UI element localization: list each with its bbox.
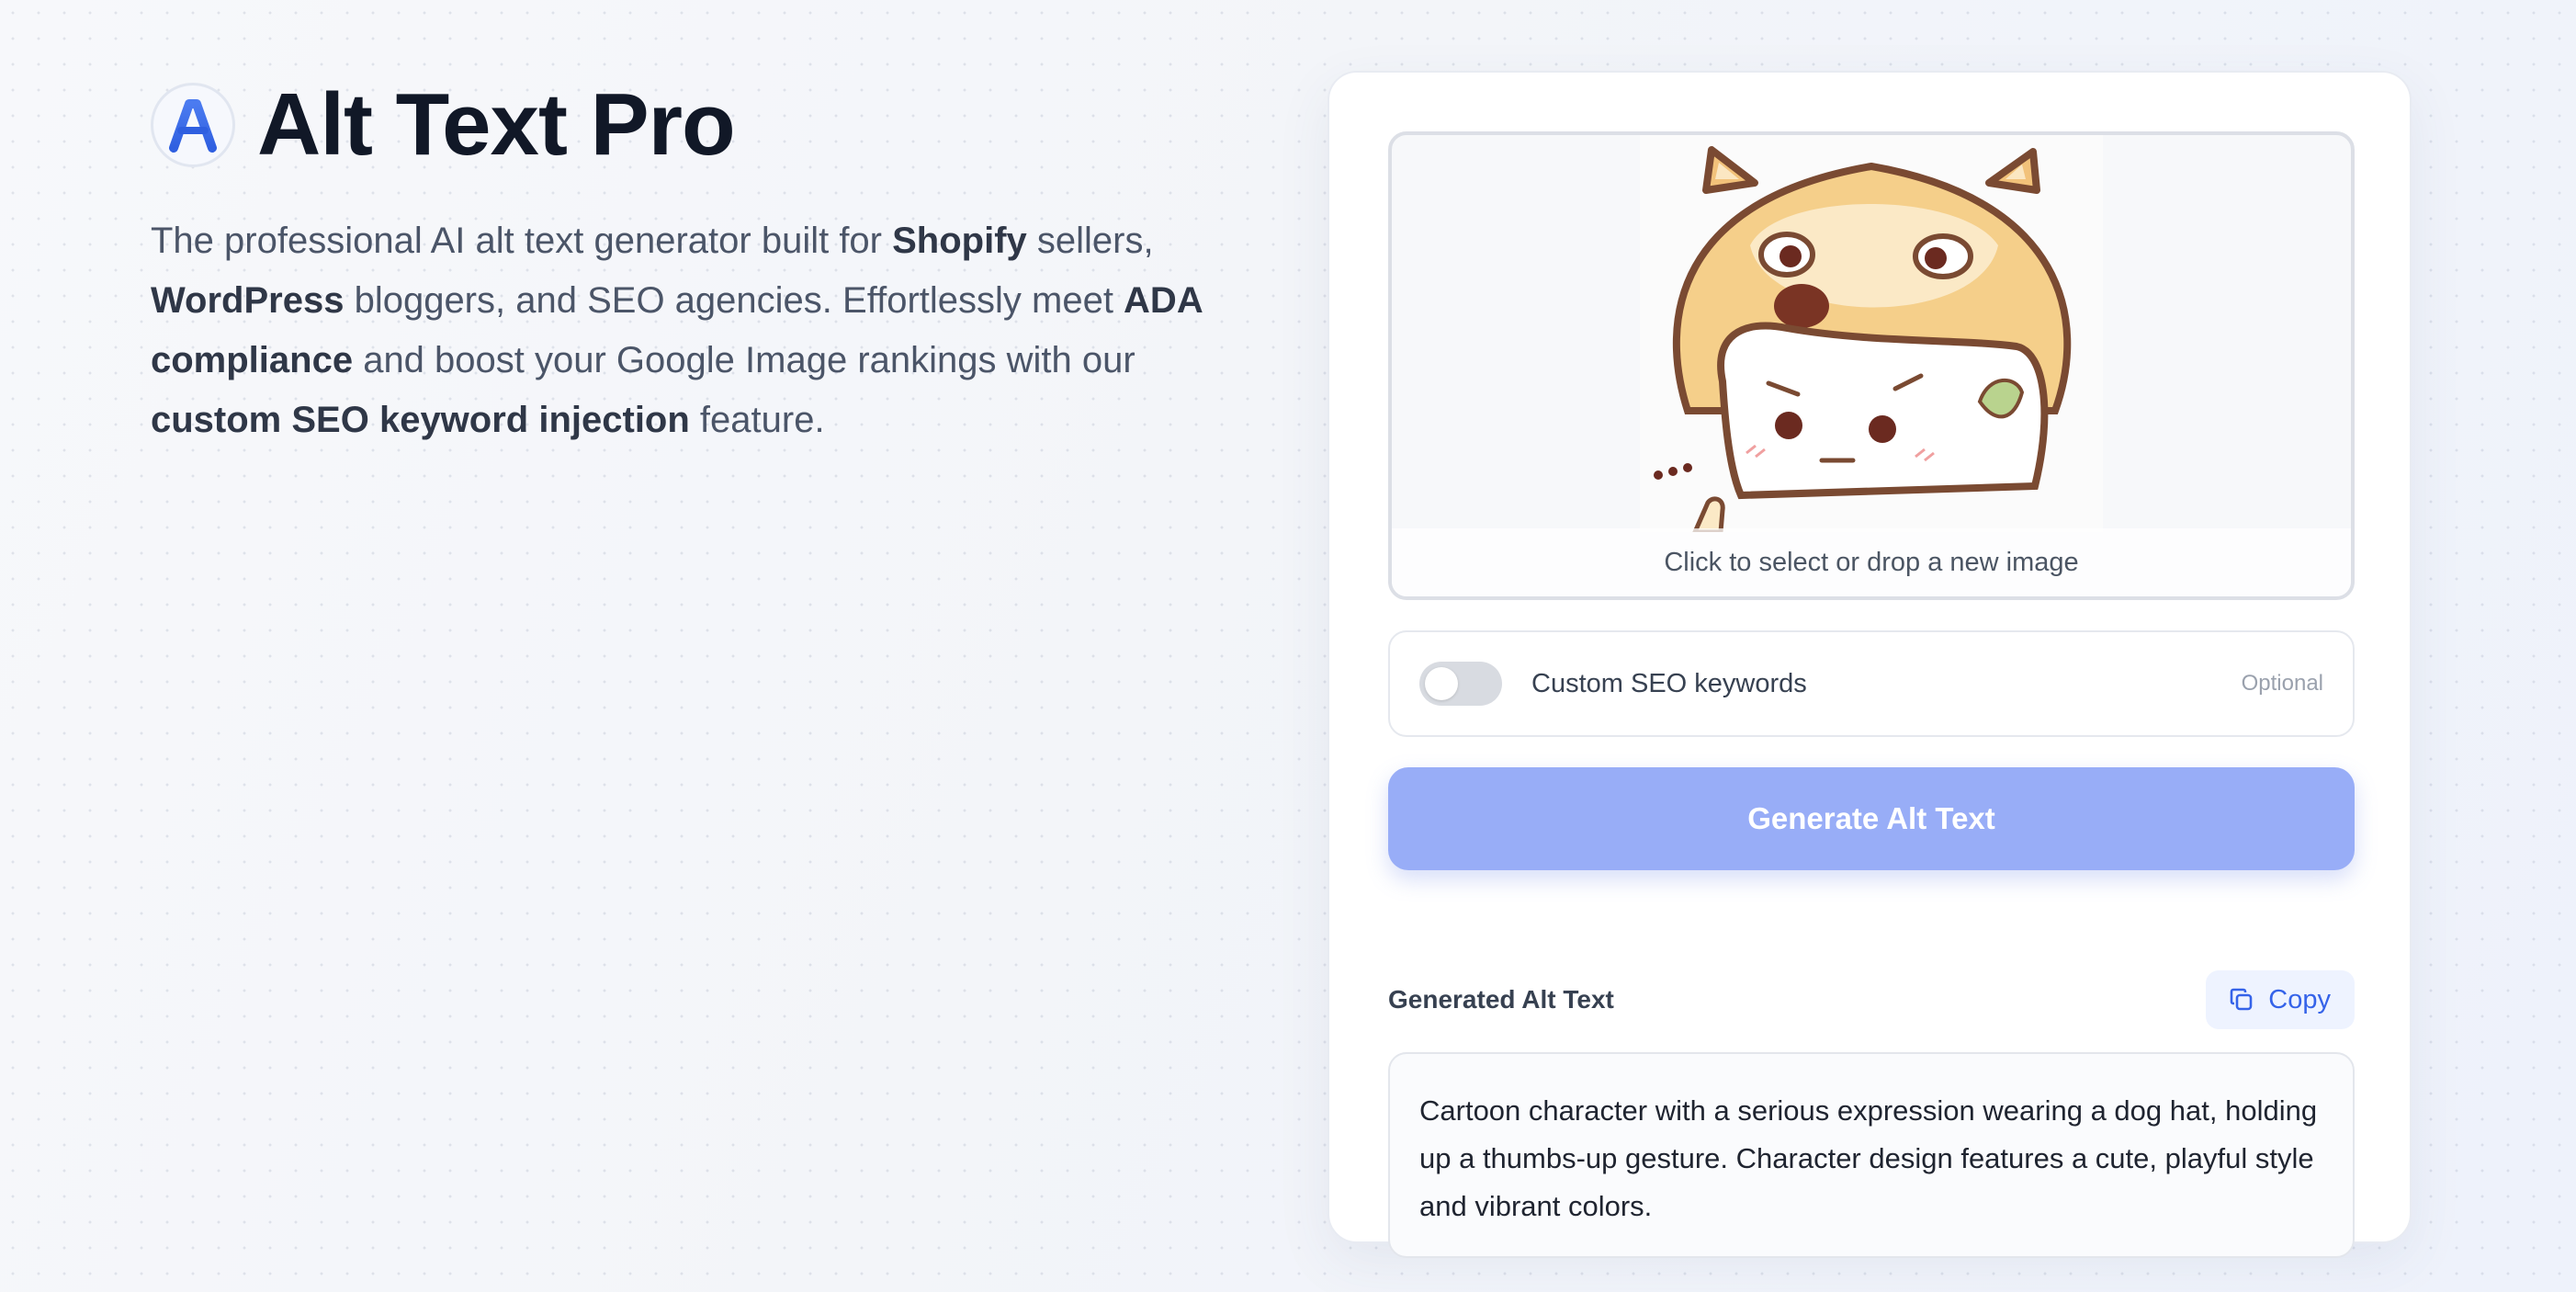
tagline-emphasis: WordPress — [151, 280, 345, 321]
seo-keywords-row: Custom SEO keywords Optional — [1388, 630, 2355, 737]
tagline-emphasis: Shopify — [892, 221, 1027, 261]
seo-keywords-label: Custom SEO keywords — [1531, 668, 1807, 698]
copy-label: Copy — [2268, 984, 2331, 1014]
tagline-text: feature. — [689, 400, 825, 440]
hero-section: Alt Text Pro The professional AI alt tex… — [151, 79, 1235, 487]
toggle-knob — [1425, 667, 1458, 700]
copy-icon — [2230, 988, 2253, 1011]
tagline-emphasis: custom SEO keyword injection — [151, 400, 690, 440]
generate-alt-text-button[interactable]: Generate Alt Text — [1388, 767, 2355, 870]
image-preview — [1640, 135, 2103, 532]
tagline-text: sellers, — [1026, 221, 1154, 261]
copy-button[interactable]: Copy — [2206, 970, 2355, 1029]
tagline-text: bloggers, and SEO agencies. Effortlessly… — [344, 280, 1124, 321]
optional-badge: Optional — [2241, 671, 2323, 696]
app-logo-icon — [151, 83, 235, 167]
dropzone-hint: Click to select or drop a new image — [1392, 528, 2351, 596]
tagline-text: The professional AI alt text generator b… — [151, 221, 893, 261]
image-dropzone[interactable]: Click to select or drop a new image — [1388, 131, 2355, 600]
seo-keywords-toggle[interactable] — [1419, 662, 1502, 706]
brand-header: Alt Text Pro — [151, 79, 1235, 171]
result-title: Generated Alt Text — [1388, 985, 1614, 1014]
generator-card: Click to select or drop a new image Cust… — [1328, 71, 2412, 1258]
app-title: Alt Text Pro — [257, 75, 736, 174]
tagline-text: and boost your Google Image rankings wit… — [353, 340, 1135, 380]
letter-a-logo-icon — [169, 99, 217, 153]
hero-tagline: The professional AI alt text generator b… — [151, 211, 1235, 450]
generated-alt-text-output[interactable]: Cartoon character with a serious express… — [1388, 1052, 2355, 1258]
result-header: Generated Alt Text Copy — [1388, 969, 2355, 1030]
